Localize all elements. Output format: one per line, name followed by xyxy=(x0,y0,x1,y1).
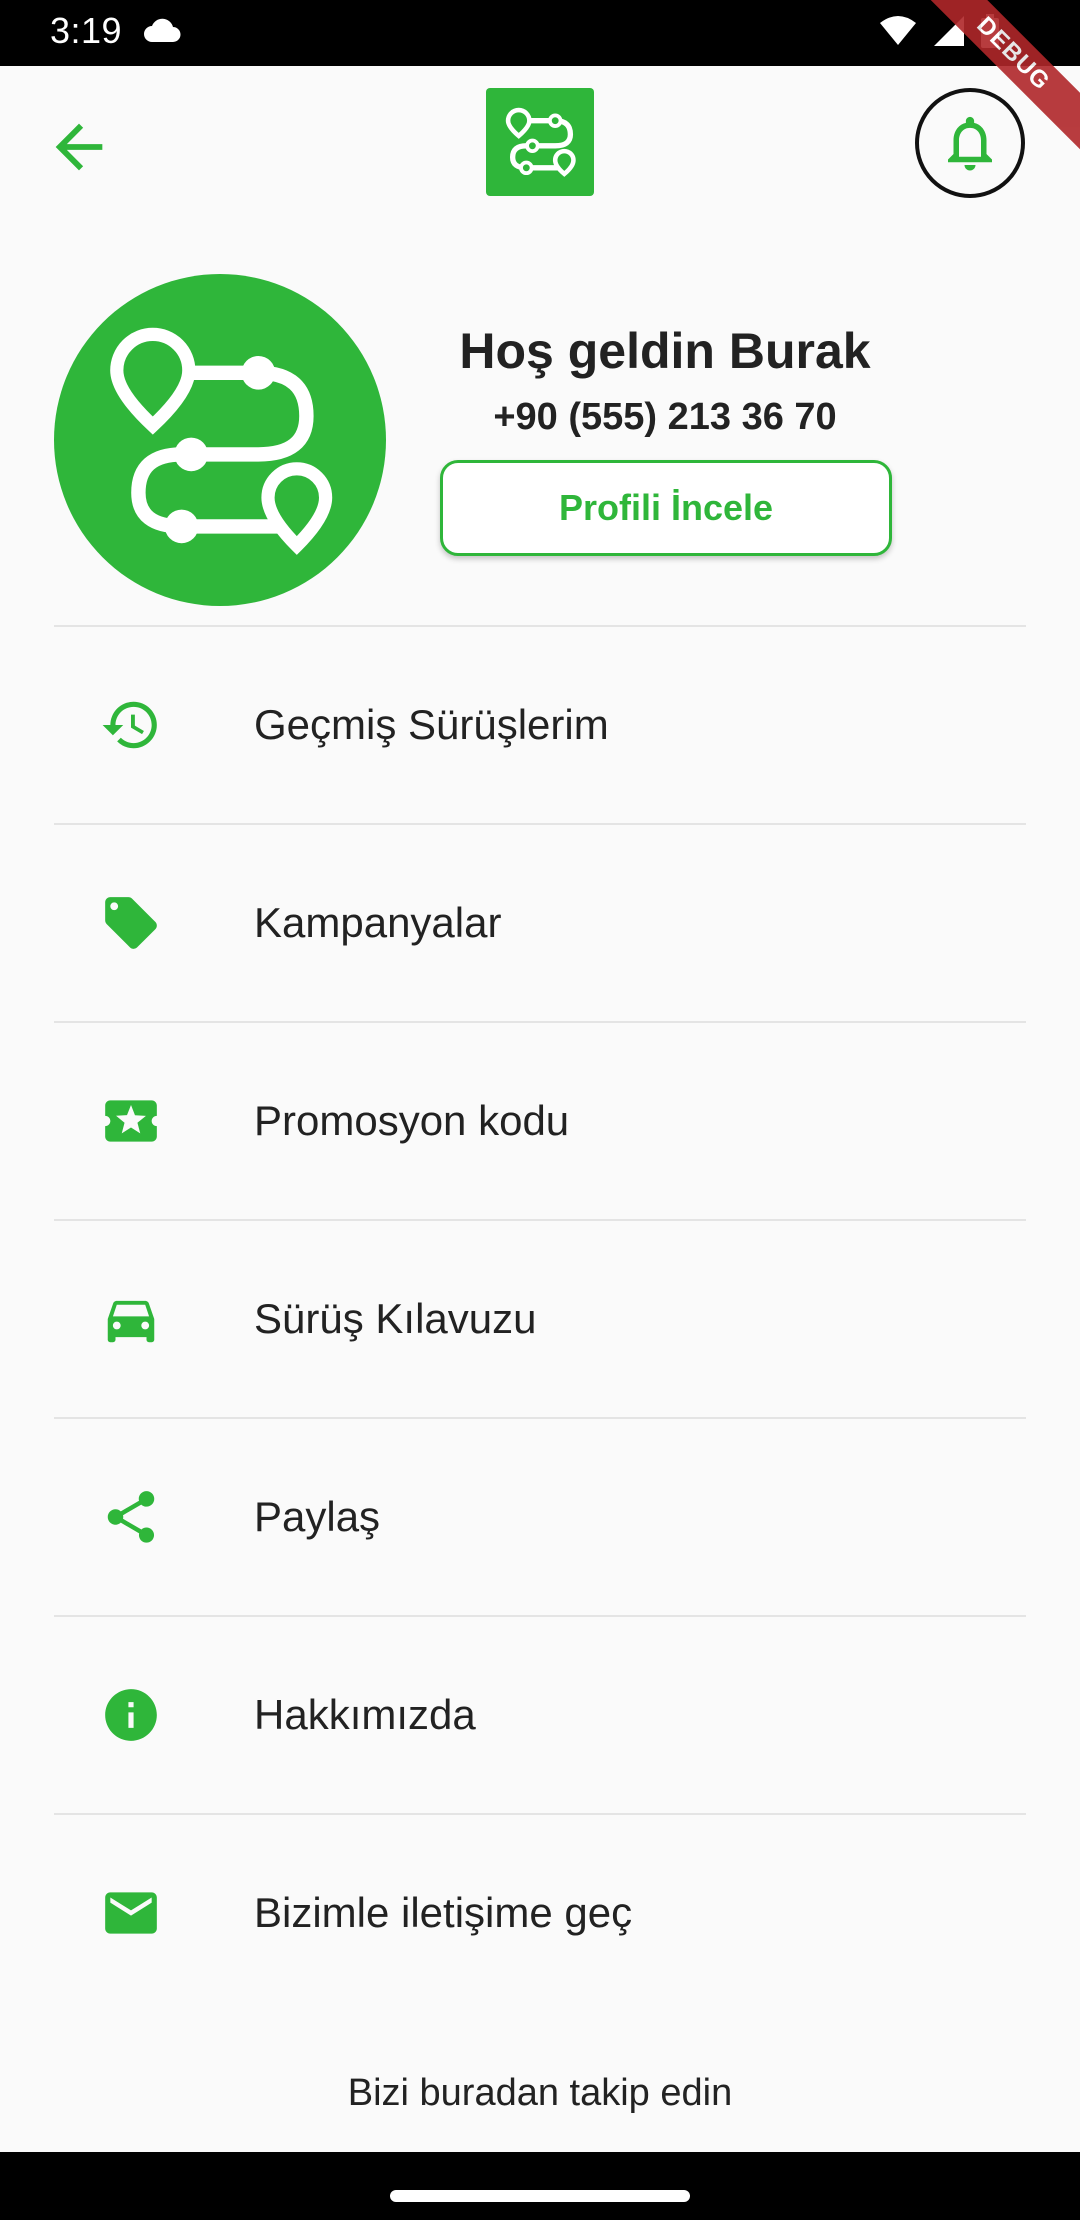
menu-item-label: Geçmiş Sürüşlerim xyxy=(254,701,609,748)
route-logo-icon xyxy=(110,327,333,555)
home-gesture-handle[interactable] xyxy=(390,2190,690,2202)
share-icon xyxy=(100,1486,162,1548)
back-button[interactable] xyxy=(36,104,122,190)
menu-item-campaigns[interactable]: Kampanyalar xyxy=(54,823,1026,1021)
notifications-button[interactable] xyxy=(915,88,1025,198)
menu-item-driving-guide[interactable]: Sürüş Kılavuzu xyxy=(54,1219,1026,1417)
menu-list: Geçmiş Sürüşlerim Kampanyalar Promosyon … xyxy=(54,625,1026,2011)
view-profile-button[interactable]: Profili İncele xyxy=(440,460,892,556)
avatar xyxy=(54,274,386,606)
wifi-icon xyxy=(878,15,918,52)
arrow-back-icon xyxy=(55,123,103,171)
menu-item-share[interactable]: Paylaş xyxy=(54,1417,1026,1615)
navigation-bar xyxy=(0,2152,1080,2220)
signal-icon xyxy=(932,14,966,53)
menu-item-label: Hakkımızda xyxy=(254,1691,476,1738)
menu-item-about[interactable]: Hakkımızda xyxy=(54,1615,1026,1813)
menu-item-label: Promosyon kodu xyxy=(254,1097,570,1144)
menu-item-label: Sürüş Kılavuzu xyxy=(254,1295,537,1342)
status-bar: 3:19 xyxy=(0,0,1080,66)
status-time: 3:19 xyxy=(50,10,123,51)
menu-item-history[interactable]: Geçmiş Sürüşlerim xyxy=(54,625,1026,823)
menu-item-label: Paylaş xyxy=(254,1493,381,1540)
menu-item-label: Bizimle iletişime geç xyxy=(254,1889,633,1936)
menu-item-promo-code[interactable]: Promosyon kodu xyxy=(54,1021,1026,1219)
menu-item-label: Kampanyalar xyxy=(254,899,502,946)
cloud-icon xyxy=(142,18,182,49)
car-icon xyxy=(100,1288,162,1350)
follow-us-text: Bizi buradan takip edin xyxy=(347,2072,733,2114)
tag-icon xyxy=(100,892,162,954)
ticket-star-icon xyxy=(100,1090,162,1152)
info-icon xyxy=(100,1684,162,1746)
route-logo-icon xyxy=(505,107,576,177)
battery-icon xyxy=(980,14,1000,53)
notification-bell-icon xyxy=(948,116,992,171)
app-logo xyxy=(486,88,594,196)
mail-icon xyxy=(100,1882,162,1944)
greeting-title: Hoş geldin Burak xyxy=(459,323,871,379)
history-icon xyxy=(100,694,162,756)
phone-number: +90 (555) 213 36 70 xyxy=(493,396,837,438)
menu-item-contact[interactable]: Bizimle iletişime geç xyxy=(54,1813,1026,2011)
